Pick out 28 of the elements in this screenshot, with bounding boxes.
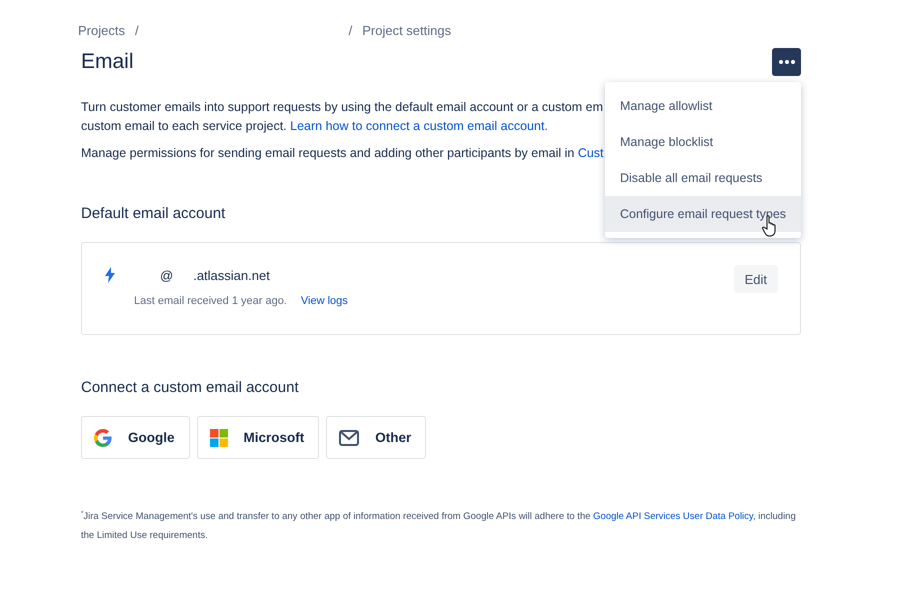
breadcrumb-separator: / <box>348 22 352 38</box>
more-icon <box>778 60 794 64</box>
learn-link[interactable]: Learn how to connect a custom email account. <box>290 119 548 133</box>
footnote-text: $^{*}$Jira Service Management's use and transfer to any other app of information received from Google APIs will adhere to the Google API Services User Data Policy, including the Limited Use requirements. <box>81 510 797 544</box>
mail-icon <box>339 430 360 446</box>
policy-link[interactable]: Google API Services User Data Policy <box>593 511 753 522</box>
last-received-text: Last email received 1 year ago. <box>134 295 287 307</box>
provider-button[interactable]: Other <box>326 416 426 459</box>
more-button[interactable] <box>772 48 801 76</box>
section-heading: Default email account <box>81 205 226 222</box>
view-logs-link[interactable]: View logs <box>300 295 348 307</box>
breadcrumb-link[interactable]: Project settings <box>362 22 452 38</box>
menu-item[interactable]: Manage blocklist <box>605 124 801 160</box>
breadcrumb-link[interactable]: Projects <box>78 22 125 38</box>
breadcrumb-separator: / <box>134 22 139 38</box>
microsoft-icon <box>210 428 228 446</box>
provider-button[interactable]: Google <box>81 416 190 459</box>
lightning-icon <box>104 267 116 283</box>
email-at: @ <box>160 268 174 282</box>
menu-item[interactable]: Disable all email requests <box>605 160 801 196</box>
customer-link[interactable]: Cust <box>578 146 604 160</box>
google-icon <box>94 428 112 446</box>
email-domain: .atlassian.net <box>193 268 270 282</box>
edit-button[interactable]: Edit <box>734 265 778 293</box>
menu-item[interactable]: Manage allowlist <box>605 88 801 124</box>
page-title: Email <box>81 50 134 74</box>
section-heading: Connect a custom email account <box>81 379 299 396</box>
provider-button[interactable]: Microsoft <box>196 416 320 459</box>
